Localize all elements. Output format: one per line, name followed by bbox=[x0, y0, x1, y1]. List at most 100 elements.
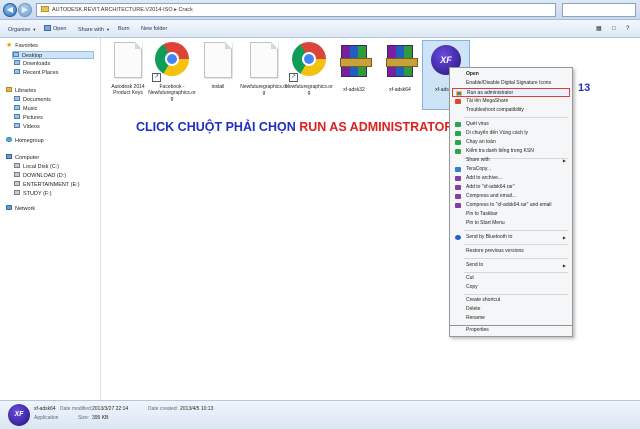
menu-item-digital-signature[interactable]: Enable/Disable Digital Signature Icons bbox=[452, 79, 570, 88]
menu-label: Run as administrator bbox=[467, 90, 514, 96]
menu-item-send-to[interactable]: Send to ▶ bbox=[452, 261, 570, 270]
menu-label: Quét virus bbox=[466, 121, 489, 127]
file-item[interactable]: Autodesk 2014 Product Keys bbox=[104, 40, 152, 110]
organize-button[interactable]: Organize ▼ bbox=[8, 24, 36, 35]
detail-type: Application bbox=[34, 415, 59, 421]
document-icon bbox=[204, 42, 232, 78]
help-icon[interactable]: ? bbox=[626, 24, 629, 35]
instruction-text: CLICK CHUỘT PHẢI CHỌN RUN AS ADMINISTRAT… bbox=[136, 120, 453, 134]
forward-button[interactable]: ▶ bbox=[18, 3, 32, 17]
menu-separator bbox=[464, 272, 568, 273]
menu-item-pin-start[interactable]: Pin to Start Menu bbox=[452, 219, 570, 228]
teracopy-icon bbox=[455, 167, 461, 172]
menu-item-run-as-administrator[interactable]: Run as administrator bbox=[452, 88, 570, 97]
nav-recent-places[interactable]: Recent Places bbox=[14, 69, 58, 77]
menu-item-ksn-reputation[interactable]: Kiểm tra danh tiếng trong KSN bbox=[452, 147, 570, 156]
context-menu-tail: Properties bbox=[449, 326, 573, 337]
file-item[interactable]: xf-adsk32 bbox=[330, 40, 378, 110]
menu-label: Add to "xf-adsk64.rar" bbox=[466, 184, 515, 190]
file-item[interactable]: install bbox=[194, 40, 242, 110]
explorer-window: ◀ ▶ AUTODESK.REVIT.ARCHITECTURE.V2014-IS… bbox=[0, 0, 640, 429]
menu-separator bbox=[464, 294, 568, 295]
menu-item-megashare[interactable]: Tải lên MegaShare bbox=[452, 97, 570, 106]
file-item[interactable]: Newfuturegraphics.org bbox=[240, 40, 288, 110]
menu-item-scan-virus[interactable]: Quét virus bbox=[452, 120, 570, 129]
nav-desktop[interactable]: Desktop bbox=[12, 51, 94, 59]
address-field[interactable]: AUTODESK.REVIT.ARCHITECTURE.V2014-ISO ▸ … bbox=[36, 3, 556, 17]
menu-item-delete[interactable]: Delete bbox=[452, 305, 570, 314]
megashare-icon bbox=[455, 99, 461, 104]
file-label: install bbox=[211, 84, 225, 90]
detail-modified-label: Date modified: bbox=[60, 406, 93, 412]
menu-item-cut[interactable]: Cut bbox=[452, 274, 570, 283]
nav-music[interactable]: Music bbox=[14, 105, 37, 113]
search-input[interactable] bbox=[562, 3, 636, 17]
menu-label: Pin to Start Menu bbox=[466, 220, 505, 226]
share-with-button[interactable]: Share with ▼ bbox=[78, 24, 110, 35]
menu-item-rename[interactable]: Rename bbox=[452, 314, 570, 323]
file-label: xf-adsk32 bbox=[343, 87, 365, 93]
nav-label: Desktop bbox=[22, 53, 43, 59]
nav-label: Computer bbox=[15, 155, 40, 161]
kaspersky-icon bbox=[455, 140, 461, 145]
back-button[interactable]: ◀ bbox=[3, 3, 17, 17]
nav-local-disk-c[interactable]: Local Disk (C:) bbox=[14, 163, 59, 171]
nav-computer[interactable]: Computer bbox=[6, 154, 39, 162]
nav-download-d[interactable]: DOWNLOAD (D:) bbox=[14, 172, 66, 180]
menu-item-bluetooth[interactable]: Send by Bluetooth to ▶ bbox=[452, 233, 570, 242]
menu-label: Create shortcut bbox=[466, 297, 501, 303]
nav-downloads[interactable]: Downloads bbox=[14, 60, 50, 68]
menu-label: Copy bbox=[466, 284, 478, 290]
detail-created-value: 2013/4/5 10:13 bbox=[180, 406, 214, 412]
menu-item-open[interactable]: Open bbox=[452, 70, 570, 79]
nav-label: ENTERTAINMENT (E:) bbox=[23, 182, 80, 188]
menu-item-compress-email[interactable]: Compress and email... bbox=[452, 192, 570, 201]
nav-study-f[interactable]: STUDY (F:) bbox=[14, 190, 52, 198]
burn-button[interactable]: Burn bbox=[118, 24, 130, 35]
shortcut-arrow-icon: ↗ bbox=[152, 73, 161, 82]
winrar-icon bbox=[455, 176, 461, 181]
nav-entertainment-e[interactable]: ENTERTAINMENT (E:) bbox=[14, 181, 80, 189]
kaspersky-icon bbox=[455, 122, 461, 127]
drive-icon bbox=[14, 172, 20, 177]
nav-favorites[interactable]: ★ Favorites bbox=[6, 42, 38, 50]
open-button[interactable]: Open bbox=[44, 24, 66, 35]
nav-pictures[interactable]: Pictures bbox=[14, 114, 43, 122]
menu-label: Send by Bluetooth to bbox=[466, 234, 513, 240]
menu-item-safe-run[interactable]: Chạy an toàn bbox=[452, 138, 570, 147]
videos-icon bbox=[14, 123, 20, 128]
menu-item-copy[interactable]: Copy bbox=[452, 283, 570, 292]
file-label: xf-adsk64 bbox=[389, 87, 411, 93]
nav-label: Network bbox=[15, 206, 36, 212]
menu-item-share-with[interactable]: Share with ▶ bbox=[452, 156, 570, 165]
nav-documents[interactable]: Documents bbox=[14, 96, 51, 104]
menu-label: Compress and email... bbox=[466, 193, 517, 199]
menu-item-add-to-archive[interactable]: Add to archive... bbox=[452, 174, 570, 183]
nav-label: Libraries bbox=[15, 88, 37, 94]
menu-item-quarantine[interactable]: Di chuyển đến Vùng cách ly bbox=[452, 129, 570, 138]
homegroup-icon bbox=[6, 137, 12, 142]
file-item[interactable]: ↗ Newfuturegraphics.org bbox=[285, 40, 333, 110]
view-options-icon[interactable]: ▦ bbox=[596, 24, 602, 35]
preview-pane-icon[interactable]: □ bbox=[612, 24, 616, 35]
menu-item-troubleshoot[interactable]: Troubleshoot compatibility bbox=[452, 106, 570, 115]
folder-icon bbox=[41, 6, 49, 12]
menu-item-compress-rar-email[interactable]: Compress to "xf-adsk64.rar" and email bbox=[452, 201, 570, 210]
menu-item-restore-versions[interactable]: Restore previous versions bbox=[452, 247, 570, 256]
nav-label: Documents bbox=[23, 97, 51, 103]
file-item[interactable]: xf-adsk64 bbox=[376, 40, 424, 110]
menu-item-properties[interactable]: Properties bbox=[452, 326, 570, 335]
menu-item-teracopy[interactable]: TeraCopy... bbox=[452, 165, 570, 174]
file-item[interactable]: ↗ Facebook - Newfuturegraphics.org bbox=[148, 40, 196, 110]
nav-homegroup[interactable]: Homegroup bbox=[6, 137, 44, 145]
menu-item-create-shortcut[interactable]: Create shortcut bbox=[452, 296, 570, 305]
detail-modified-value: 2013/3/27 22:14 bbox=[92, 406, 129, 412]
new-folder-button[interactable]: New folder bbox=[141, 24, 167, 35]
nav-libraries[interactable]: Libraries bbox=[6, 87, 36, 95]
menu-item-add-to-rar[interactable]: Add to "xf-adsk64.rar" bbox=[452, 183, 570, 192]
menu-item-pin-taskbar[interactable]: Pin to Taskbar bbox=[452, 210, 570, 219]
kaspersky-icon bbox=[455, 131, 461, 136]
nav-network[interactable]: Network bbox=[6, 205, 35, 213]
details-pane: XF xf-adsk64 Application Date modified: … bbox=[0, 400, 640, 429]
nav-videos[interactable]: Videos bbox=[14, 123, 40, 131]
